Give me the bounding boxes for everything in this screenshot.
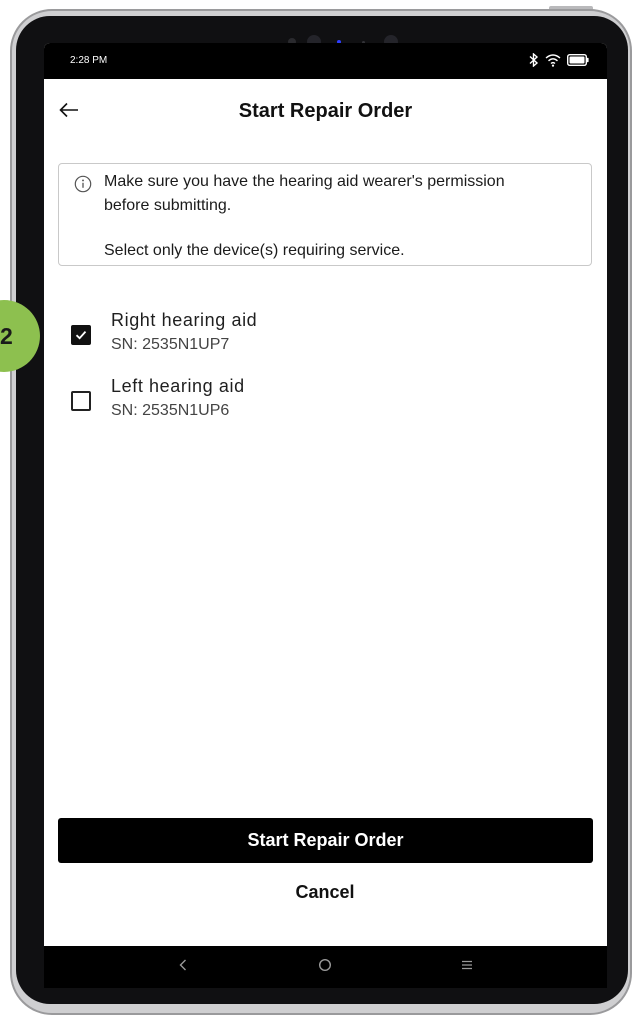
stage: 2:28 PM Start Repair Order Make sure you… (0, 0, 635, 1018)
device-serial: SN: 2535N1UP7 (111, 336, 230, 353)
device-checkbox-unchecked[interactable] (71, 391, 91, 411)
step-number: 2 (0, 323, 13, 349)
info-notice: Make sure you have the hearing aid weare… (58, 163, 592, 266)
device-name: Right hearing aid (111, 310, 258, 330)
device-serial: SN: 2535N1UP6 (111, 402, 230, 419)
bluetooth-icon (529, 53, 539, 67)
device-option-right[interactable]: Right hearing aid SN: 2535N1UP7 (58, 307, 592, 363)
info-text-line: before submitting. (104, 197, 232, 214)
info-circle-icon (74, 175, 92, 193)
status-icons (529, 52, 589, 68)
status-bar: 2:28 PM (44, 43, 607, 79)
battery-icon (567, 54, 589, 66)
system-nav-bar (44, 946, 607, 988)
status-time: 2:28 PM (70, 55, 108, 66)
device-option-left[interactable]: Left hearing aid SN: 2535N1UP6 (58, 373, 592, 429)
wifi-icon (545, 53, 561, 67)
app-header: Start Repair Order (44, 79, 607, 145)
nav-recents-button[interactable] (447, 951, 487, 983)
nav-home-icon (318, 958, 332, 977)
nav-back-icon (178, 958, 188, 977)
info-text-line: Select only the device(s) requiring serv… (104, 242, 405, 259)
nav-recents-icon (460, 958, 474, 977)
device-name: Left hearing aid (111, 376, 245, 396)
info-text-line: Make sure you have the hearing aid weare… (104, 173, 505, 190)
nav-home-button[interactable] (305, 951, 345, 983)
nav-back-button[interactable] (163, 951, 203, 983)
start-repair-order-button[interactable]: Start Repair Order (58, 818, 593, 863)
cancel-button[interactable]: Cancel (225, 876, 425, 908)
page-title: Start Repair Order (238, 100, 413, 122)
device-screen: 2:28 PM Start Repair Order Make sure you… (44, 43, 607, 988)
device-checkbox-checked[interactable] (71, 325, 91, 345)
